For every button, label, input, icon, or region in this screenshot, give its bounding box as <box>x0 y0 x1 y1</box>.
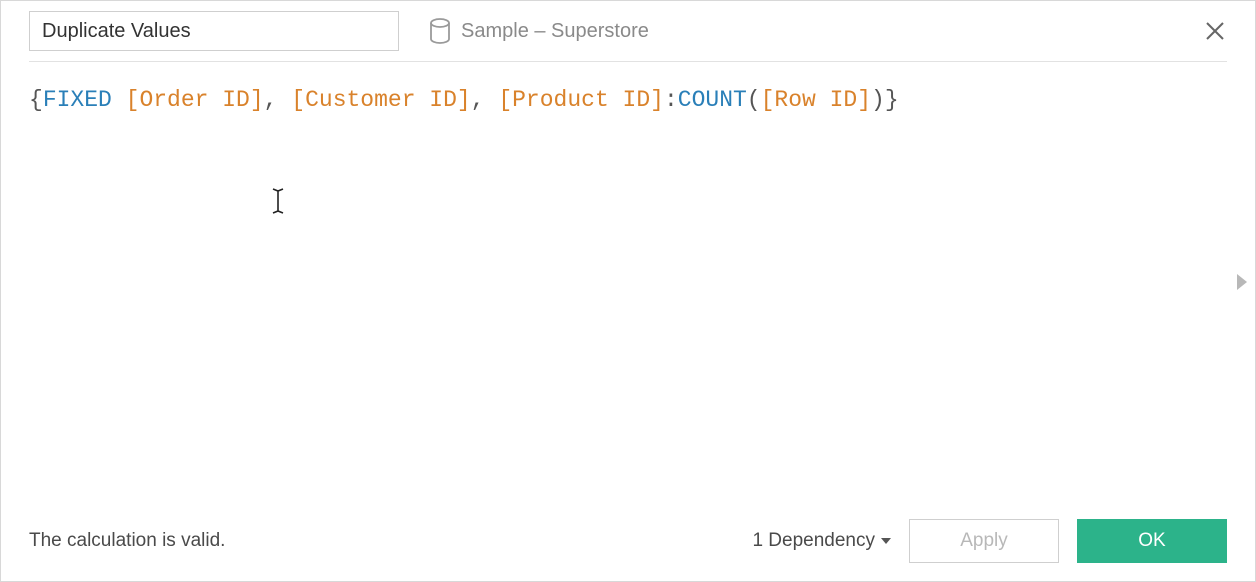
calculation-editor-dialog: Sample – Superstore {FIXED [Order ID], [… <box>0 0 1256 582</box>
dependencies-label: 1 Dependency <box>752 530 875 552</box>
brace-open: { <box>29 87 43 113</box>
field-product-id: [Product ID] <box>498 87 664 113</box>
formula-line: {FIXED [Order ID], [Customer ID], [Produ… <box>29 84 1227 116</box>
field-row-id: [Row ID] <box>761 87 871 113</box>
chevron-down-icon <box>881 538 891 544</box>
formula-editor[interactable]: {FIXED [Order ID], [Customer ID], [Produ… <box>1 62 1255 501</box>
func-count: COUNT <box>678 87 747 113</box>
dependencies-dropdown[interactable]: 1 Dependency <box>752 530 891 552</box>
validation-status: The calculation is valid. <box>29 530 734 552</box>
apply-button[interactable]: Apply <box>909 519 1059 563</box>
brace-close: } <box>885 87 899 113</box>
keyword-fixed: FIXED <box>43 87 112 113</box>
text-cursor-icon <box>271 187 285 226</box>
database-icon <box>429 18 451 44</box>
close-icon <box>1205 21 1225 41</box>
expand-function-panel-button[interactable] <box>1237 274 1247 290</box>
field-order-id: [Order ID] <box>126 87 264 113</box>
datasource-indicator[interactable]: Sample – Superstore <box>429 18 649 44</box>
close-button[interactable] <box>1203 19 1227 43</box>
calculation-name-input[interactable] <box>29 11 399 51</box>
datasource-label: Sample – Superstore <box>461 20 649 43</box>
field-customer-id: [Customer ID] <box>291 87 470 113</box>
dialog-header: Sample – Superstore <box>1 1 1255 61</box>
dialog-footer: The calculation is valid. 1 Dependency A… <box>1 501 1255 581</box>
ok-button[interactable]: OK <box>1077 519 1227 563</box>
